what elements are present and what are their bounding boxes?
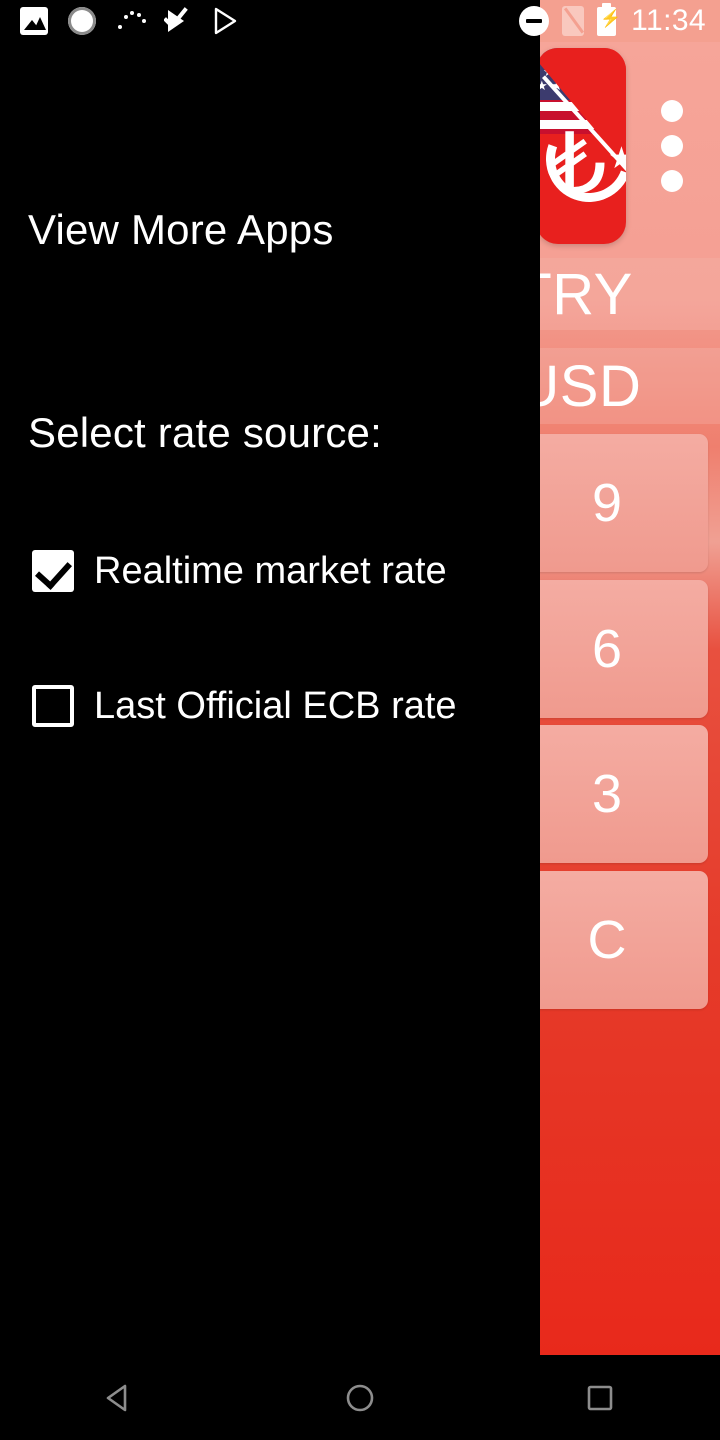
checkbox-realtime-market-rate[interactable] bbox=[32, 550, 74, 592]
home-circle-icon bbox=[346, 1384, 374, 1411]
tasks-check-icon bbox=[163, 7, 192, 35]
turkish-lira-symbol: ₺ bbox=[552, 117, 607, 213]
try-usd-converter-app-icon: ★ ★ ★ ★ ★ ₺ ★ bbox=[536, 48, 626, 244]
status-bar-clock: 11:34 bbox=[631, 4, 706, 37]
dots-arc-icon bbox=[116, 7, 144, 35]
no-sim-icon bbox=[562, 6, 585, 36]
rate-option-label: Realtime market rate bbox=[94, 549, 447, 592]
back-triangle-icon bbox=[106, 1384, 127, 1411]
nav-back-button[interactable] bbox=[60, 1355, 180, 1440]
rate-source-section-label: Select rate source: bbox=[28, 409, 382, 456]
navigation-drawer: View More Apps Select rate source: Realt… bbox=[0, 0, 540, 1355]
rate-option-last-official-ecb[interactable]: Last Official ECB rate bbox=[32, 680, 457, 732]
overflow-dot-icon bbox=[661, 170, 683, 192]
rate-option-realtime-market[interactable]: Realtime market rate bbox=[32, 545, 447, 597]
checkbox-last-official-ecb-rate[interactable] bbox=[32, 685, 74, 727]
overflow-dot-icon bbox=[661, 135, 683, 157]
google-play-icon bbox=[212, 7, 240, 35]
view-more-apps-button[interactable]: View More Apps bbox=[28, 206, 334, 254]
overflow-menu-button[interactable] bbox=[660, 100, 684, 192]
nav-home-button[interactable] bbox=[300, 1355, 420, 1440]
overflow-dot-icon bbox=[661, 100, 683, 122]
recents-square-icon bbox=[587, 1385, 613, 1410]
crescent-star-icon: ★ bbox=[608, 142, 626, 175]
nav-recents-button[interactable] bbox=[540, 1355, 660, 1440]
phone-screen: ★ ★ ★ ★ ★ ₺ ★ 1 TRY 8 USD 9 bbox=[0, 0, 720, 1440]
do-not-disturb-icon bbox=[519, 6, 550, 36]
status-bar-system-icons: 11:34 bbox=[519, 0, 706, 42]
status-bar: 11:34 bbox=[0, 0, 720, 42]
battery-charging-icon bbox=[597, 2, 621, 36]
status-bar-notification-icons bbox=[20, 0, 240, 42]
sync-spinner-icon bbox=[68, 7, 96, 35]
rate-option-label: Last Official ECB rate bbox=[94, 684, 457, 727]
system-navigation-bar bbox=[0, 1355, 720, 1440]
photo-icon bbox=[20, 7, 48, 35]
